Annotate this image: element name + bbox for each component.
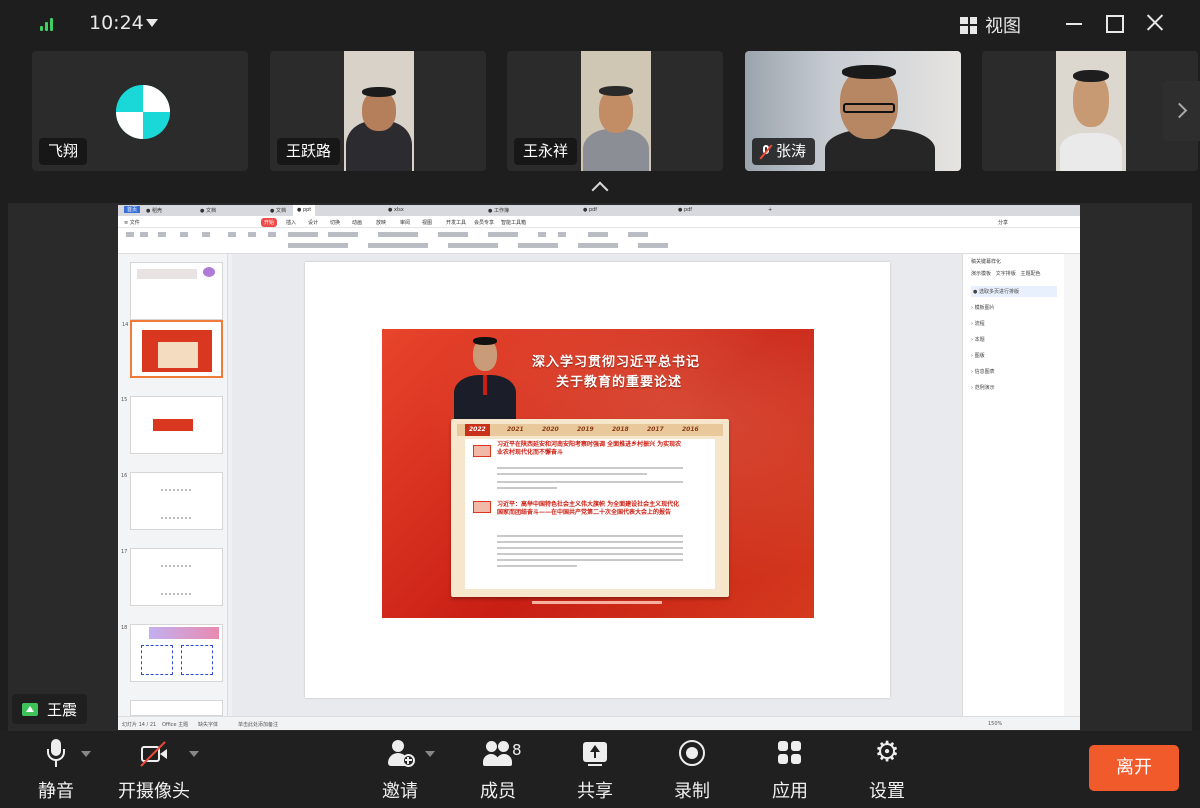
- signal-icon: [40, 17, 56, 31]
- add-user-icon: [385, 739, 415, 769]
- year-tab[interactable]: 2018: [612, 426, 629, 433]
- record-button[interactable]: 录制: [647, 739, 737, 802]
- meeting-time: 10:24: [89, 12, 144, 34]
- participant-tile[interactable]: 飞翔: [32, 51, 248, 171]
- maximize-icon[interactable]: [1104, 12, 1126, 34]
- participant-tile[interactable]: 张涛: [745, 51, 961, 171]
- sharer-name: 王震: [47, 700, 78, 719]
- meeting-window: 10:24 视图 飞翔 王跃路 王永祥 张涛 首页 ● 稻壳 ● 文档 ● 文档…: [0, 0, 1200, 808]
- settings-button[interactable]: ⚙ 设置: [842, 735, 932, 803]
- view-button[interactable]: 视图: [960, 13, 1021, 37]
- headline-2: 习近平：高举中国特色社会主义伟大旗帜 为全面建设社会主义现代化国家而团结奋斗——…: [497, 501, 680, 516]
- year-tab[interactable]: 2016: [682, 426, 699, 433]
- participant-tile[interactable]: 王跃路: [270, 51, 486, 171]
- meeting-toolbar: 静音 开摄像头 邀请 8 成员 共享 录制 应用 ⚙ 设置: [0, 731, 1200, 808]
- members-count: 8: [512, 741, 522, 759]
- slide-thumbnail[interactable]: 18: [121, 624, 223, 682]
- share-button[interactable]: 共享: [550, 739, 640, 802]
- year-tabs: 2022 2021 2020 2019 2018 2017 2016: [457, 424, 723, 436]
- year-calendar: 2022 2021 2020 2019 2018 2017 2016 习近平在陕…: [451, 419, 729, 597]
- video-feed: [344, 51, 414, 171]
- year-tab[interactable]: 2019: [577, 426, 594, 433]
- year-tab[interactable]: 2021: [507, 426, 524, 433]
- year-tab-active[interactable]: 2022: [465, 424, 490, 436]
- slide-thumbnail[interactable]: [130, 262, 223, 320]
- camera-off-icon: [139, 739, 169, 769]
- leader-photo: [454, 333, 516, 419]
- slide-title-line1: 深入学习贯彻习近平总书记: [532, 355, 701, 370]
- participant-strip: 飞翔 王跃路 王永祥 张涛: [0, 48, 1200, 176]
- slide-thumbnail[interactable]: [130, 700, 223, 716]
- members-button[interactable]: 8 成员: [453, 739, 543, 802]
- chevron-down-icon[interactable]: [425, 751, 435, 757]
- slide-thumbnails: 14 15 16 17 18: [118, 254, 228, 716]
- participant-name: 王跃路: [277, 138, 341, 165]
- leave-button[interactable]: 离开: [1089, 745, 1179, 791]
- chevron-down-icon[interactable]: [81, 751, 91, 757]
- slide-thumbnail[interactable]: 15: [121, 396, 223, 454]
- close-icon[interactable]: [1144, 12, 1166, 34]
- meeting-info-dropdown[interactable]: [146, 19, 158, 27]
- shared-screen: 首页 ● 稻壳 ● 文档 ● 文档 ● ppt ● xlsx ● 工作簿 ● p…: [118, 205, 1080, 730]
- title-bar: 10:24 视图: [0, 0, 1200, 48]
- avatar: [116, 85, 170, 139]
- shared-screen-area: 首页 ● 稻壳 ● 文档 ● 文档 ● ppt ● xlsx ● 工作簿 ● p…: [8, 203, 1192, 731]
- slide-thumbnail-selected[interactable]: 14: [122, 320, 223, 378]
- slide-thumbnail[interactable]: 17: [121, 548, 223, 606]
- view-label: 视图: [985, 16, 1021, 37]
- chevron-down-icon[interactable]: [189, 751, 199, 757]
- minimize-icon[interactable]: [1064, 12, 1086, 34]
- camera-button[interactable]: 开摄像头: [109, 739, 199, 802]
- gear-icon: ⚙: [874, 735, 900, 768]
- slide-thumbnail[interactable]: 16: [121, 472, 223, 530]
- slide-content: 深入学习贯彻习近平总书记 关于教育的重要论述 2022 2021 2020 20…: [382, 329, 814, 618]
- participant-name: 张涛: [752, 138, 816, 165]
- headline-1: 习近平在陕西延安和河南安阳考察时强调 全面推进乡村振兴 为实现农业农村现代化而不…: [497, 441, 682, 456]
- app-ribbon: [118, 228, 1080, 254]
- screen-share-icon: [22, 702, 38, 716]
- next-participants-button[interactable]: [1163, 81, 1200, 141]
- participant-name: 飞翔: [39, 138, 88, 165]
- share-screen-icon: [580, 739, 610, 769]
- video-feed: [581, 51, 651, 171]
- year-tab[interactable]: 2017: [647, 426, 664, 433]
- mute-button[interactable]: 静音: [11, 739, 101, 802]
- microphone-icon: [41, 739, 71, 769]
- app-tabs: 首页 ● 稻壳 ● 文档 ● 文档 ● ppt ● xlsx ● 工作簿 ● p…: [118, 205, 1080, 216]
- active-sharer-tag: 王震: [12, 694, 88, 724]
- right-toolbar: [1064, 254, 1080, 716]
- participant-name: 王永祥: [514, 138, 578, 165]
- apps-button[interactable]: 应用: [745, 739, 835, 802]
- invite-button[interactable]: 邀请: [355, 739, 445, 802]
- year-tab[interactable]: 2020: [542, 426, 559, 433]
- members-icon: [483, 739, 513, 769]
- right-panel: 稿关键幕样化 演示模板 文字排版 主题配色 ● 选取多页进行排版 › 模板图片 …: [962, 254, 1064, 716]
- app-menubar: ≡ 文件 开始 插入 设计 切换 动画 放映 审阅 视图 开发工具 会员专享 智能工具箱 分享: [118, 216, 1080, 228]
- calendar-content: 习近平在陕西延安和河南安阳考察时强调 全面推进乡村振兴 为实现农业农村现代化而不…: [465, 439, 715, 589]
- grid-view-icon: [960, 16, 977, 34]
- apps-grid-icon: [775, 739, 805, 769]
- record-icon: [677, 739, 707, 769]
- collapse-strip-button[interactable]: [590, 180, 610, 192]
- video-feed: [1056, 51, 1126, 171]
- mic-muted-icon: [759, 143, 773, 160]
- slide-title-line2: 关于教育的重要论述: [556, 375, 683, 390]
- participant-tile[interactable]: 王永祥: [507, 51, 723, 171]
- app-statusbar: 幻灯片 14 / 21 Office 主题 缺失字体 单击此处添加备注 150%: [118, 716, 1080, 730]
